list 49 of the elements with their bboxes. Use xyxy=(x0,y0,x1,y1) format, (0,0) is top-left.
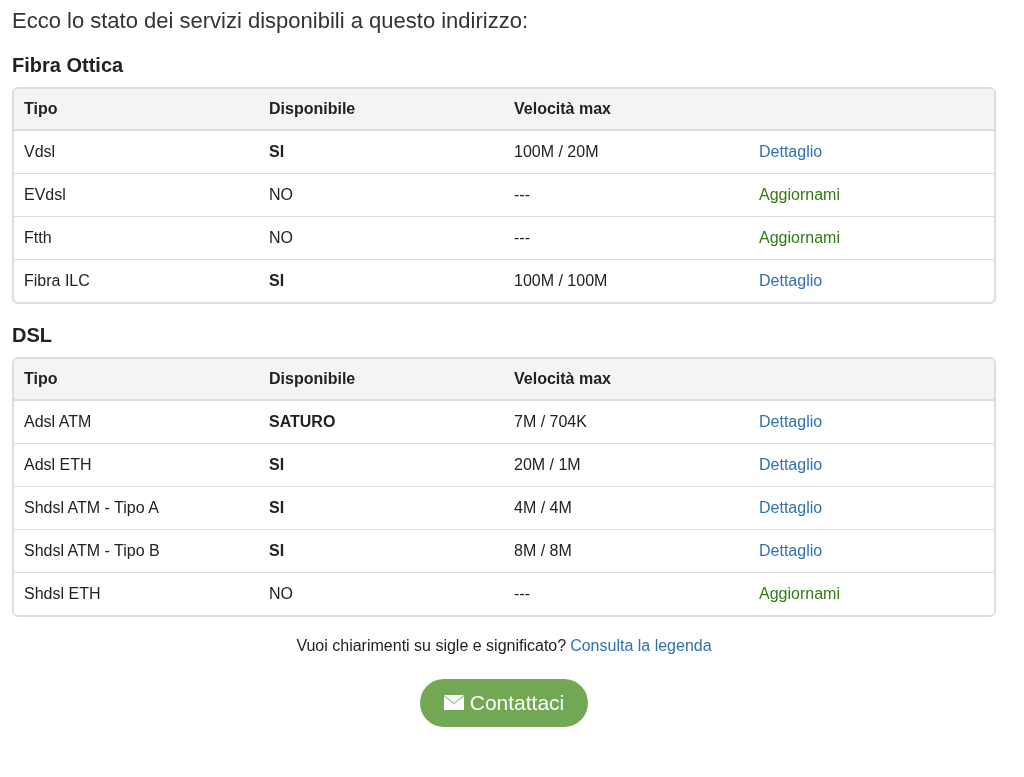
section-title: Fibra Ottica xyxy=(12,54,125,77)
table-cell: Shdsl ATM - Tipo B xyxy=(14,530,259,573)
table-cell: Adsl ATM xyxy=(14,401,259,444)
table-cell: SI xyxy=(259,131,504,174)
action-link[interactable]: Dettaglio xyxy=(759,413,823,430)
intro-text: Ecco lo stato dei servizi disponibili a questo indirizzo: xyxy=(12,8,530,34)
section-title: DSL xyxy=(12,324,53,347)
table-cell-text: Shdsl ETH xyxy=(23,584,102,604)
action-link[interactable]: Dettaglio xyxy=(759,456,823,473)
table-cell: EVdsl xyxy=(14,174,259,217)
table-cell: 8M / 8M xyxy=(504,530,749,573)
table-cell: --- xyxy=(504,217,749,260)
action-link[interactable]: Aggiornami xyxy=(759,186,840,203)
contact-button[interactable]: Contattaci xyxy=(419,679,589,727)
column-header: Tipo xyxy=(14,89,259,131)
table-cell: Adsl ETH xyxy=(14,444,259,487)
table-cell: Shdsl ATM - Tipo A xyxy=(14,487,259,530)
column-header: Velocità max xyxy=(504,89,749,131)
action-link[interactable]: Dettaglio xyxy=(759,499,823,516)
legend-link[interactable]: Consulta la legenda xyxy=(570,637,712,654)
table-cell: 20M / 1M xyxy=(504,444,749,487)
table-cell: Ftth xyxy=(14,217,259,260)
table-cell: SI xyxy=(259,444,504,487)
table-cell: --- xyxy=(504,174,749,217)
action-link[interactable]: Aggiornami xyxy=(759,585,840,602)
column-header: Disponibile xyxy=(259,89,504,131)
table-cell: NO xyxy=(259,174,504,217)
table-cell: 4M / 4M xyxy=(504,487,749,530)
column-header: Velocità max xyxy=(504,359,749,401)
table-cell-text: NO xyxy=(268,584,294,604)
column-header: Tipo xyxy=(14,359,259,401)
table-cell: SI xyxy=(259,530,504,573)
action-link[interactable]: Dettaglio xyxy=(759,542,823,559)
action-link[interactable]: Dettaglio xyxy=(759,143,823,160)
table-cell: 7M / 704K xyxy=(504,401,749,444)
action-link[interactable]: Aggiornami xyxy=(759,229,840,246)
envelope-icon xyxy=(443,695,464,711)
table-cell: 100M / 20M xyxy=(504,131,749,174)
table-cell-text: 100M / 100M xyxy=(513,271,609,291)
action-link[interactable]: Dettaglio xyxy=(759,272,823,289)
legend-question: Vuoi chiarimenti su sigle e significato? xyxy=(296,637,567,654)
table-cell: SATURO xyxy=(259,401,504,444)
table-cell: Vdsl xyxy=(14,131,259,174)
table-cell-text: SI xyxy=(268,271,286,291)
table-cell-text: --- xyxy=(513,584,531,604)
column-header: Disponibile xyxy=(259,359,504,401)
table-cell: NO xyxy=(259,217,504,260)
table-cell: SI xyxy=(259,487,504,530)
table-cell-text: Fibra ILC xyxy=(23,271,91,291)
